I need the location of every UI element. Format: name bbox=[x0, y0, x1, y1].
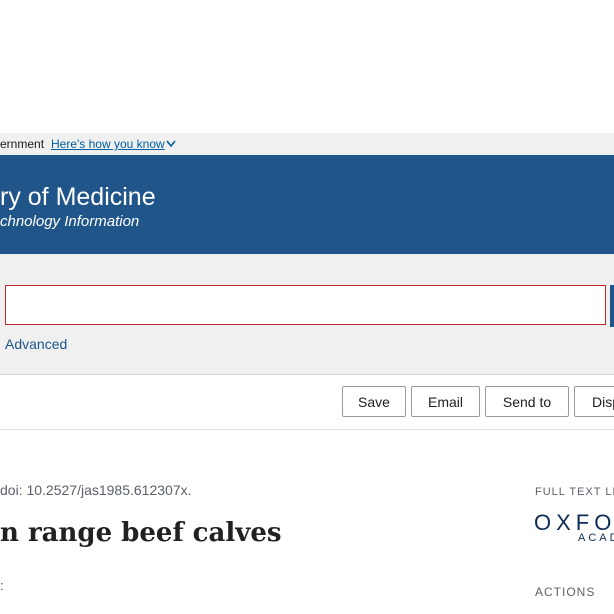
gov-banner-text: ernment bbox=[0, 137, 45, 151]
gov-banner: ernment Here's how you know bbox=[0, 133, 614, 155]
full-text-links-heading: FULL TEXT LIN bbox=[535, 486, 614, 498]
search-area: Advanced bbox=[0, 254, 614, 375]
send-to-button[interactable]: Send to bbox=[485, 386, 569, 417]
site-title[interactable]: ry of Medicine bbox=[0, 182, 156, 212]
chevron-down-icon[interactable] bbox=[166, 140, 176, 148]
display-options-button[interactable]: Disp bbox=[574, 386, 614, 417]
site-subtitle: chnology Information bbox=[0, 213, 140, 230]
publisher-logo-subtext: ACAD bbox=[578, 532, 614, 544]
actions-heading: ACTIONS bbox=[535, 585, 596, 599]
search-button[interactable] bbox=[610, 285, 614, 327]
advanced-search-link[interactable]: Advanced bbox=[5, 336, 67, 352]
search-input[interactable] bbox=[5, 285, 606, 325]
email-button[interactable]: Email bbox=[411, 386, 480, 417]
heres-how-you-know-link[interactable]: Here's how you know bbox=[51, 133, 165, 155]
action-bar: Save Email Send to Disp bbox=[0, 375, 614, 430]
author-link[interactable]: : bbox=[0, 578, 4, 593]
article-title: n range beef calves bbox=[0, 518, 282, 548]
save-button[interactable]: Save bbox=[342, 386, 406, 417]
article-citation: doi: 10.2527/jas1985.612307x. bbox=[0, 482, 192, 498]
site-header: ry of Medicine chnology Information bbox=[0, 155, 614, 254]
